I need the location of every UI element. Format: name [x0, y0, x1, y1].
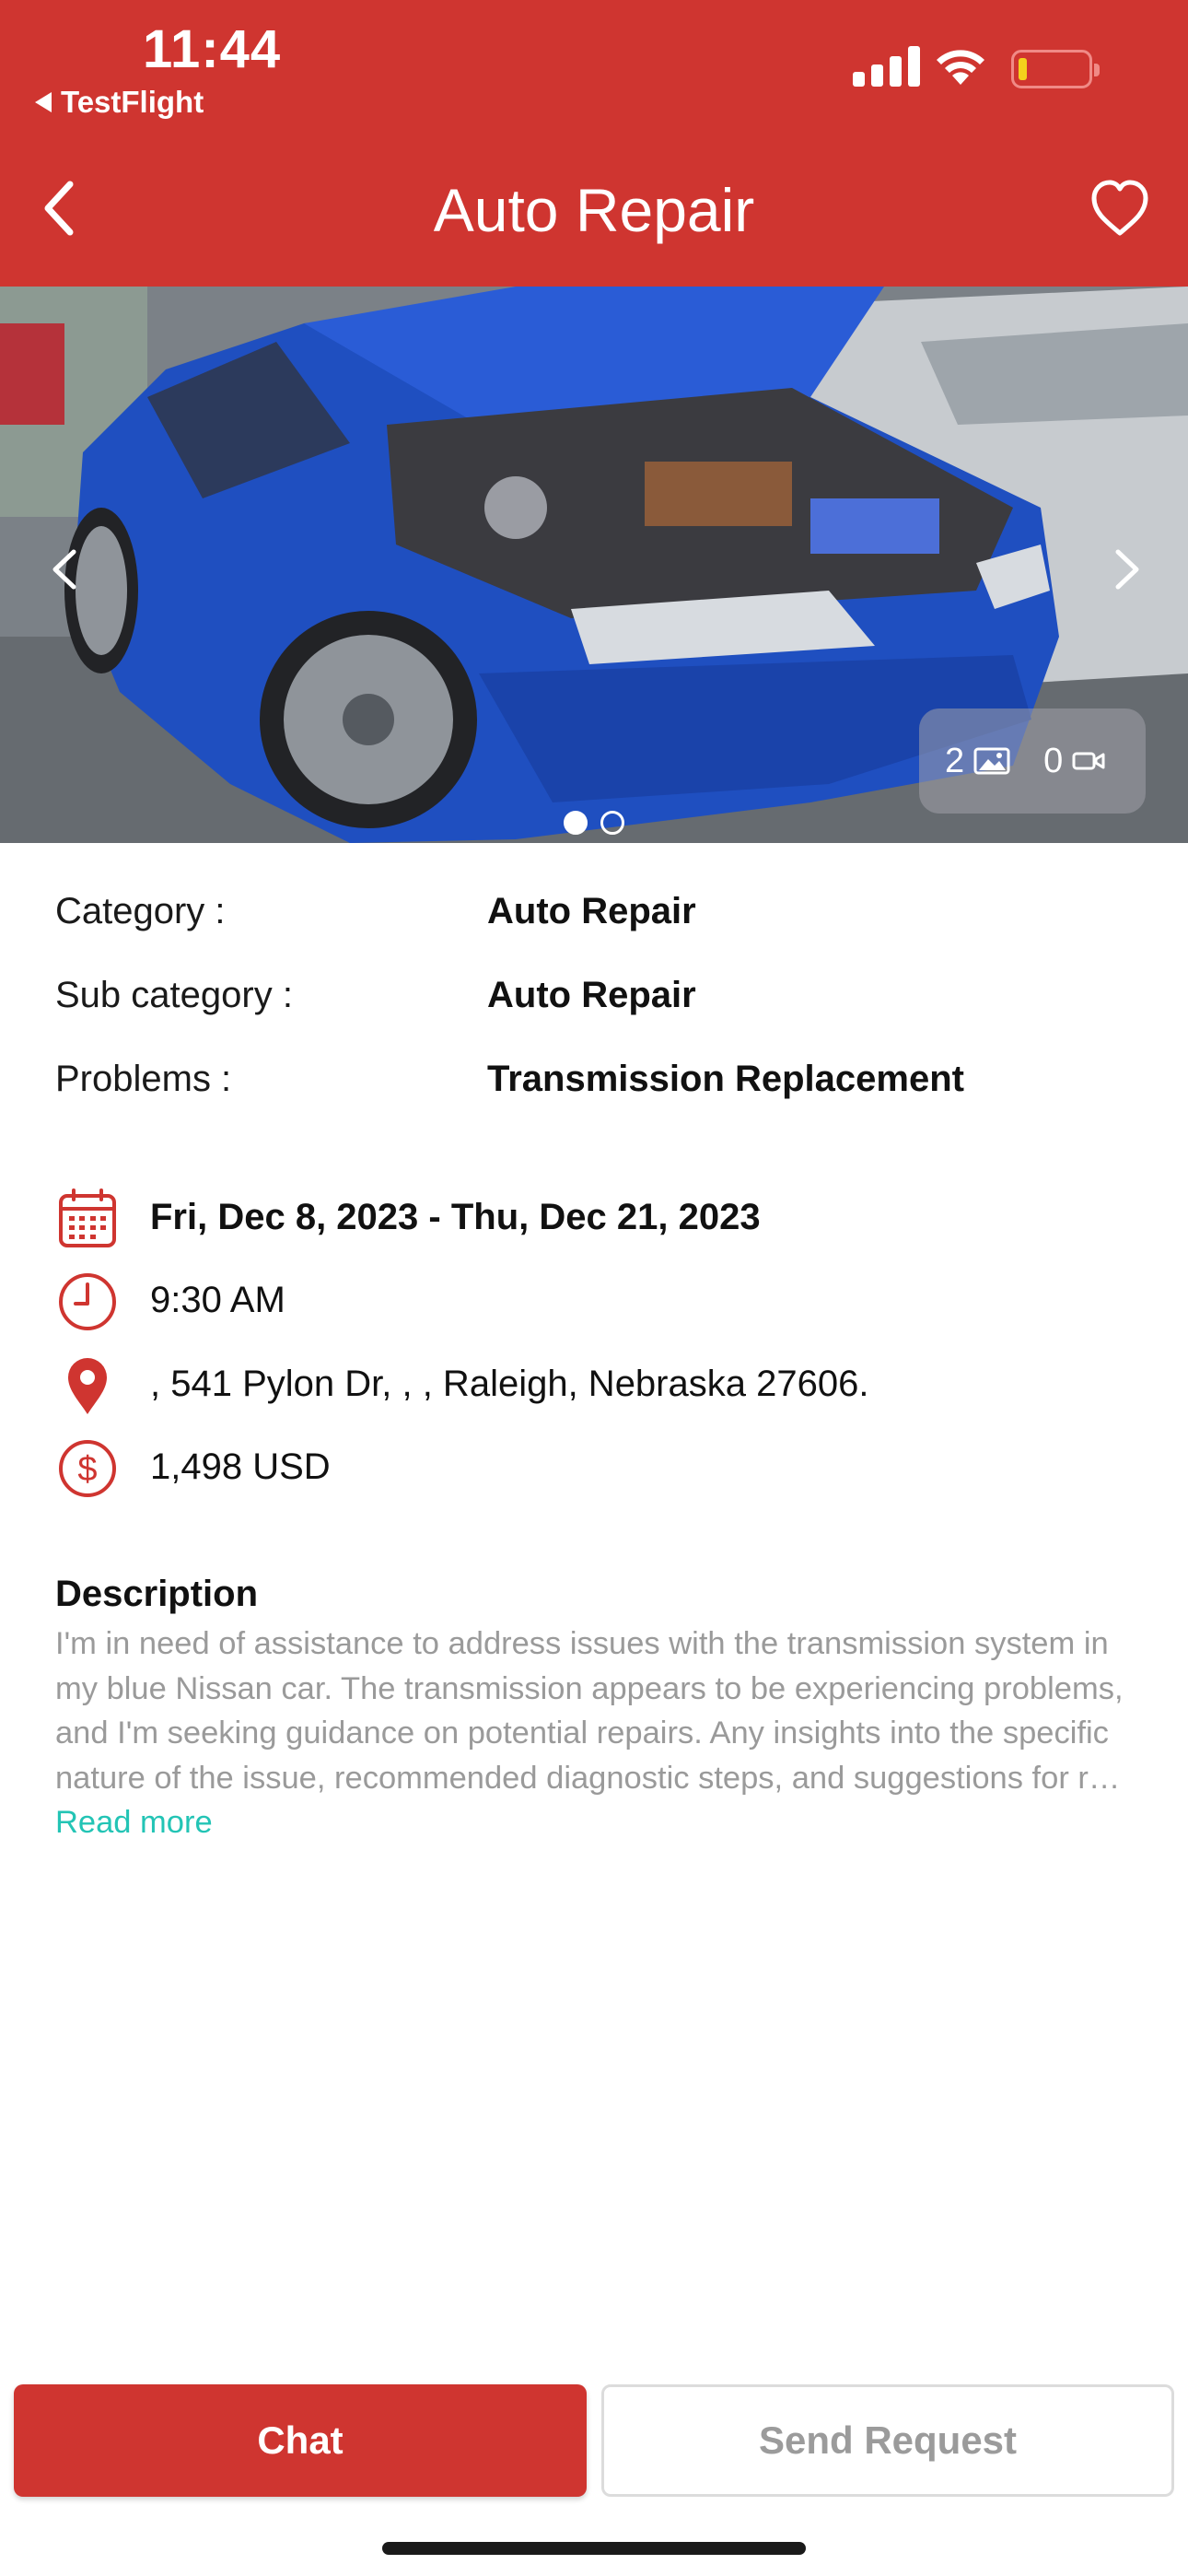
page-title: Auto Repair [433, 176, 755, 244]
media-count-badge: 2 0 [919, 708, 1146, 814]
detail-label: Problems : [55, 1059, 232, 1099]
carousel-prev-icon[interactable] [39, 537, 94, 602]
calendar-icon [59, 1188, 116, 1247]
dollar-icon: $ [59, 1440, 116, 1497]
description-title: Description [55, 1574, 259, 1614]
app-header: 11:44 TestFlight Auto Repair [0, 0, 1188, 287]
carousel-pagination [0, 811, 1188, 835]
video-count: 0 [1043, 741, 1064, 780]
home-indicator[interactable] [382, 2542, 806, 2555]
battery-icon [1011, 50, 1100, 88]
detail-value: Transmission Replacement [487, 1059, 964, 1099]
heart-icon[interactable] [1089, 178, 1151, 239]
carousel-dot[interactable] [600, 811, 624, 835]
detail-value: Auto Repair [487, 891, 696, 931]
carousel-dot-active[interactable] [564, 811, 588, 835]
date-range-text: Fri, Dec 8, 2023 - Thu, Dec 21, 2023 [150, 1197, 761, 1237]
detail-value: Auto Repair [487, 975, 696, 1015]
description-text: I'm in need of assistance to address iss… [55, 1626, 1124, 1796]
address-row: , 541 Pylon Dr, , , Raleigh, Nebraska 27… [55, 1353, 1142, 1427]
time-row: 9:30 AM [55, 1270, 1142, 1343]
budget-text: 1,498 USD [150, 1446, 331, 1487]
image-icon [973, 747, 1010, 775]
budget-row: $ 1,498 USD [55, 1436, 1142, 1510]
location-pin-icon [68, 1358, 107, 1414]
back-to-app-link[interactable]: TestFlight [35, 85, 204, 120]
wifi-icon [937, 50, 984, 85]
image-carousel[interactable]: 2 0 [0, 287, 1188, 843]
back-triangle-icon [35, 92, 52, 112]
svg-text:$: $ [77, 1450, 97, 1489]
description-body: I'm in need of assistance to address iss… [55, 1622, 1124, 1845]
address-text: , 541 Pylon Dr, , , Raleigh, Nebraska 27… [150, 1364, 869, 1404]
cellular-signal-icon [853, 44, 920, 87]
detail-label: Category : [55, 891, 226, 931]
time-text: 9:30 AM [150, 1280, 285, 1320]
date-range-row: Fri, Dec 8, 2023 - Thu, Dec 21, 2023 [55, 1187, 1142, 1260]
status-time: 11:44 [143, 19, 282, 79]
carousel-next-icon[interactable] [1098, 537, 1153, 602]
detail-label: Sub category : [55, 975, 293, 1015]
photo-count: 2 [945, 741, 965, 780]
clock-icon [59, 1273, 116, 1330]
back-app-label: TestFlight [61, 85, 204, 119]
read-more-link[interactable]: Read more [55, 1805, 213, 1840]
video-icon [1072, 752, 1105, 770]
chat-button[interactable]: Chat [14, 2384, 587, 2497]
back-chevron-icon[interactable] [37, 175, 88, 241]
send-request-button[interactable]: Send Request [601, 2384, 1174, 2497]
